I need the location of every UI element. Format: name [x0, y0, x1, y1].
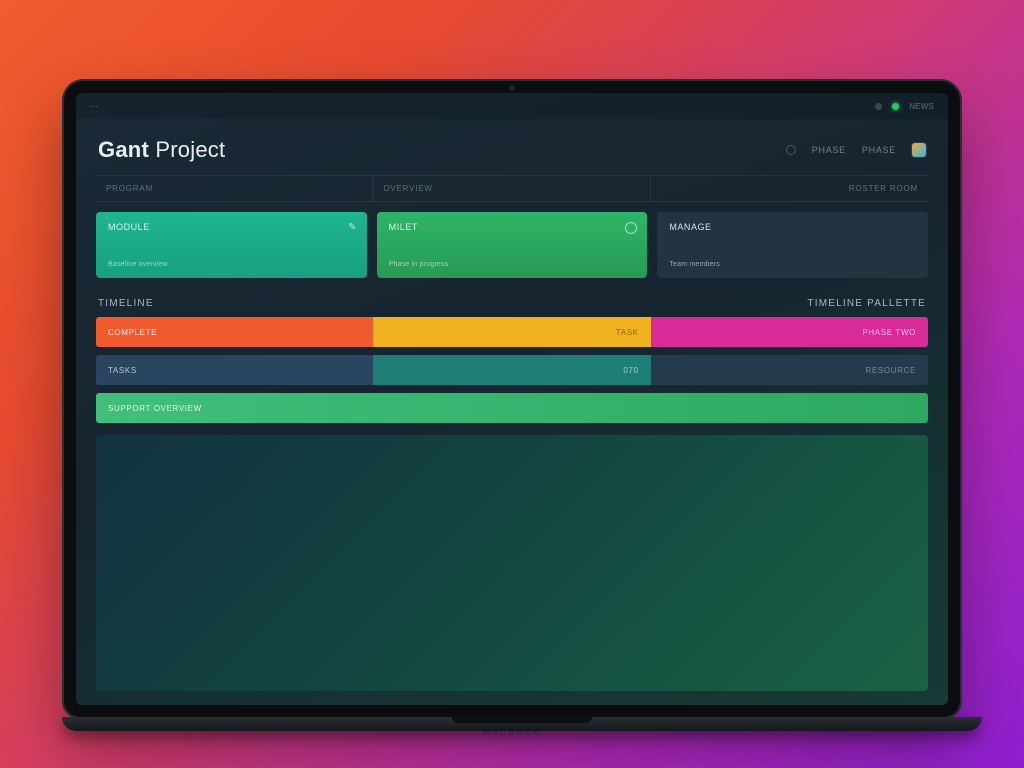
section-titles: TIMELINE TIMELINE PALLETTE: [98, 298, 926, 309]
col-header-b[interactable]: OVERVIEW: [373, 176, 650, 201]
laptop-brand: MACBOOK: [483, 727, 542, 737]
camera-dot: [509, 85, 515, 91]
card-label: MILET: [389, 222, 636, 232]
card-manage[interactable]: MANAGE Team members: [657, 212, 928, 278]
progress-ring-icon: [625, 222, 637, 234]
card-label: MANAGE: [669, 222, 916, 232]
app-chip-icon[interactable]: [912, 143, 926, 157]
seg-label: COMPLETE: [108, 328, 157, 337]
app-title-a: Gant: [98, 137, 149, 162]
nav-item-1[interactable]: PHASE: [812, 145, 846, 155]
nav-indicator-icon: [786, 145, 796, 155]
section-title-left: TIMELINE: [98, 298, 154, 309]
seg-label: TASKS: [108, 366, 137, 375]
seg-label: Support Overview: [108, 404, 202, 413]
section-title-right: TIMELINE PALLETTE: [807, 298, 926, 309]
app-title-b: Project: [155, 137, 225, 162]
app-header: Gant Project PHASE PHASE: [76, 119, 948, 175]
card-label: MODULE: [108, 222, 355, 232]
screen-bezel: ⋯ NEWS Gant Project PHASE PHASE: [62, 79, 962, 719]
topbar-right-label[interactable]: NEWS: [909, 102, 934, 111]
col-header-a[interactable]: PROGRAM: [96, 176, 373, 201]
laptop-frame: ⋯ NEWS Gant Project PHASE PHASE: [62, 79, 962, 719]
timeline-bar-3[interactable]: Support Overview: [96, 393, 928, 423]
app-screen: ⋯ NEWS Gant Project PHASE PHASE: [76, 93, 948, 705]
status-dot-idle: [875, 103, 882, 110]
card-milet[interactable]: MILET Phase in progress: [377, 212, 648, 278]
app-title: Gant Project: [98, 137, 225, 163]
card-module[interactable]: ✎ MODULE Baseline overview: [96, 212, 367, 278]
column-headers: PROGRAM OVERVIEW ROSTER ROOM: [96, 175, 928, 202]
summary-cards: ✎ MODULE Baseline overview MILET Phase i…: [96, 212, 928, 278]
timeline-bar-2[interactable]: TASKS 070 RESOURCE: [96, 355, 928, 385]
pencil-icon[interactable]: ✎: [348, 222, 357, 233]
laptop-notch: [452, 717, 592, 723]
workspace-empty-area: [96, 435, 928, 691]
card-sub: Team members: [669, 261, 916, 268]
col-header-c[interactable]: ROSTER ROOM: [651, 176, 928, 201]
card-sub: Baseline overview: [108, 261, 355, 268]
header-nav: PHASE PHASE: [786, 143, 926, 157]
timeline-bar-1[interactable]: COMPLETE TASK PHASE TWO: [96, 317, 928, 347]
nav-item-2[interactable]: PHASE: [862, 145, 896, 155]
system-topbar: ⋯ NEWS: [76, 93, 948, 119]
card-sub: Phase in progress: [389, 261, 636, 268]
topbar-menu-icon[interactable]: ⋯: [90, 102, 98, 111]
status-dot-online: [892, 103, 899, 110]
